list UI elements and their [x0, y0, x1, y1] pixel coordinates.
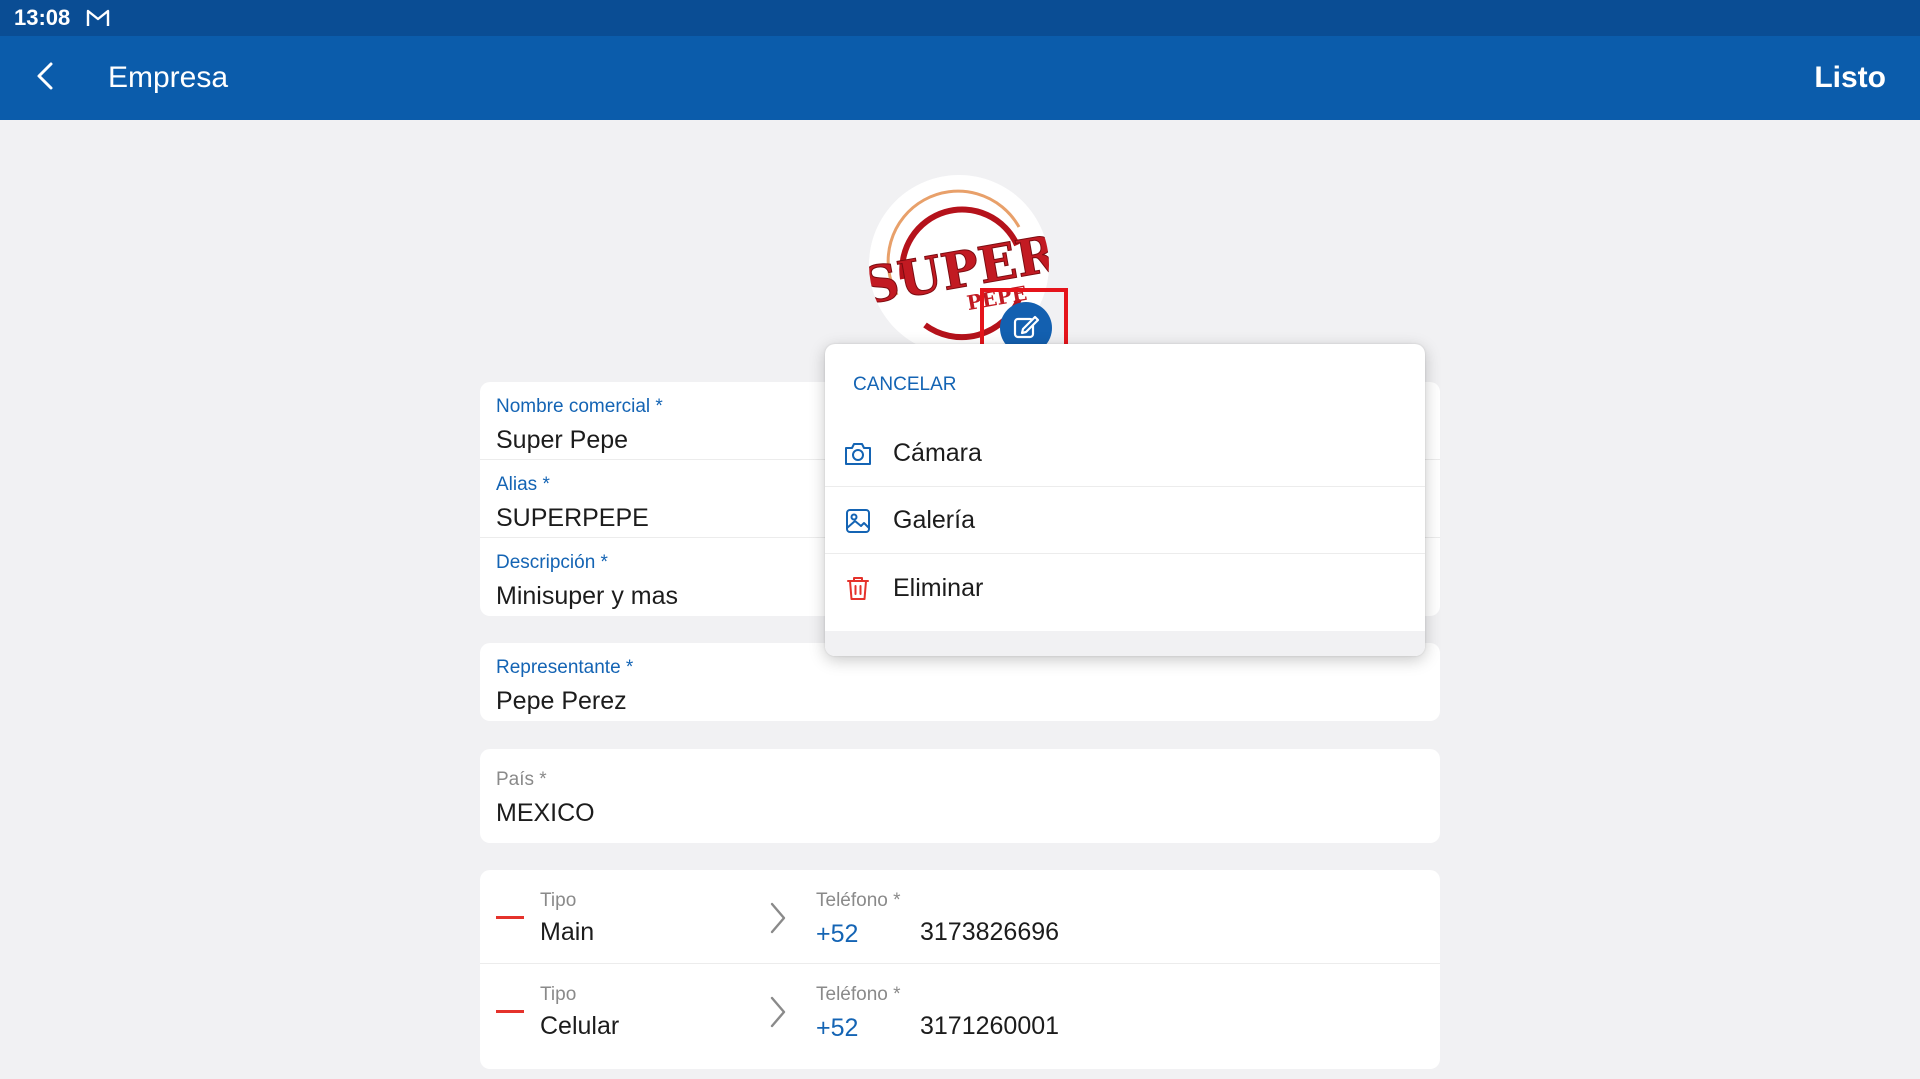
photo-options-menu: CANCELAR Cámara Galería Eliminar — [825, 344, 1425, 656]
menu-item-label: Galería — [893, 506, 975, 534]
telefono-value[interactable]: 3173826696 — [920, 918, 1059, 947]
app-bar: Empresa Listo — [0, 36, 1920, 120]
telefono-label: Teléfono * — [816, 890, 901, 911]
tipo-value[interactable]: Main — [540, 918, 594, 947]
remove-phone-icon[interactable] — [496, 916, 524, 919]
tipo-label: Tipo — [540, 890, 577, 911]
menu-item-label: Cámara — [893, 439, 982, 467]
country-code[interactable]: +52 — [816, 1014, 858, 1043]
representante-label: Representante * — [496, 657, 634, 678]
telefono-value[interactable]: 3171260001 — [920, 1012, 1059, 1041]
page-title: Empresa — [108, 61, 229, 94]
tipo-label: Tipo — [540, 984, 577, 1005]
status-bar: 13:08 — [0, 0, 1920, 36]
chevron-right-icon[interactable] — [768, 994, 788, 1035]
country-code[interactable]: +52 — [816, 920, 858, 949]
camera-icon — [840, 441, 876, 467]
edit-icon — [1011, 311, 1041, 346]
chevron-right-icon[interactable] — [768, 900, 788, 941]
done-button[interactable]: Listo — [1814, 36, 1886, 120]
remove-phone-icon[interactable] — [496, 1010, 524, 1013]
pais-value: MEXICO — [496, 799, 595, 827]
phone-row: Tipo Celular Teléfono * +52 3171260001 — [480, 964, 1440, 1058]
phone-row: Tipo Main Teléfono * +52 3173826696 — [480, 870, 1440, 964]
cancel-button[interactable]: CANCELAR — [853, 374, 956, 396]
representante-value: Pepe Perez — [496, 687, 627, 715]
menu-item-eliminar[interactable]: Eliminar — [825, 555, 1425, 621]
menu-footer — [825, 631, 1425, 656]
gmail-icon — [86, 8, 110, 28]
trash-icon — [840, 574, 876, 602]
chevron-left-icon — [34, 61, 56, 96]
pais-field[interactable]: País * MEXICO — [480, 749, 1440, 843]
pais-label: País * — [496, 769, 547, 790]
menu-item-label: Eliminar — [893, 573, 984, 602]
menu-item-galeria[interactable]: Galería — [825, 488, 1425, 554]
menu-item-camara[interactable]: Cámara — [825, 421, 1425, 487]
back-button[interactable] — [0, 36, 90, 120]
phones-card: Tipo Main Teléfono * +52 3173826696 Tipo… — [480, 870, 1440, 1069]
pais-card: País * MEXICO — [480, 749, 1440, 843]
tipo-value[interactable]: Celular — [540, 1012, 619, 1041]
gallery-icon — [840, 507, 876, 535]
telefono-label: Teléfono * — [816, 984, 901, 1005]
status-time: 13:08 — [14, 5, 71, 30]
